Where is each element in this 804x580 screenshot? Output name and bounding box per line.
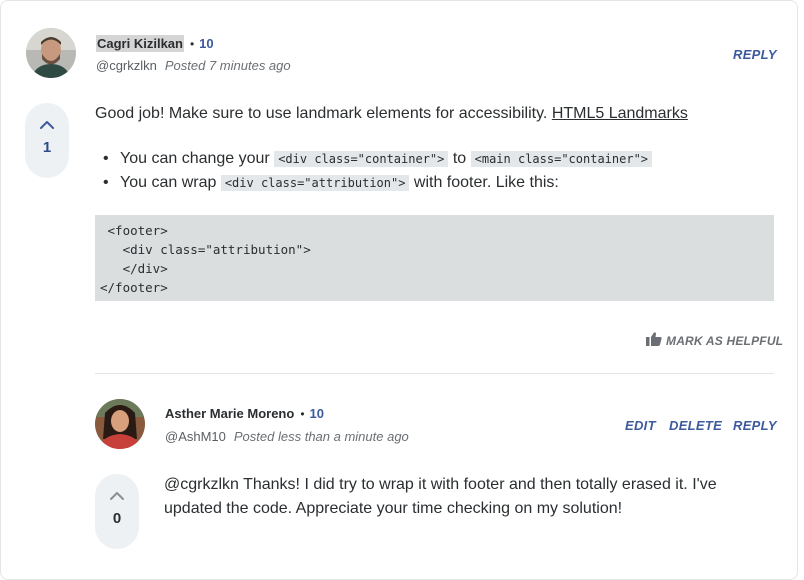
comment-intro: Good job! Make sure to use landmark elem… [95,102,688,126]
avatar-asther[interactable] [95,399,145,449]
separator-dot: • [300,406,305,421]
comment-card: Cagri Kizilkan • 10 @cgrkzlkn Posted 7 mi… [0,0,798,580]
divider [95,373,774,374]
mark-as-helpful-button[interactable]: MARK AS HELPFUL [646,332,783,349]
vote-count: 1 [42,139,52,156]
inline-code: <div class="attribution"> [220,175,410,191]
reputation-score: 10 [309,406,324,421]
reply-button[interactable]: REPLY [733,418,777,433]
author-name[interactable]: Cagri Kizilkan [96,35,184,52]
posted-time: Posted less than a minute ago [233,429,409,444]
upvote-chevron-icon[interactable] [109,488,125,506]
separator-dot: • [189,36,195,51]
delete-button[interactable]: DELETE [669,418,722,433]
intro-text: Good job! Make sure to use landmark elem… [95,105,548,122]
list-item: You can wrap <div class="attribution"> w… [95,171,652,195]
helpful-label: MARK AS HELPFUL [666,333,784,348]
list-item: You can change your <div class="containe… [95,147,653,171]
thumbs-up-icon [646,332,662,349]
edit-button[interactable]: EDIT [625,418,656,433]
reply-button[interactable]: REPLY [733,47,777,62]
vote-widget: 0 [95,474,139,549]
posted-time: Posted 7 minutes ago [164,58,291,73]
html5-landmarks-link[interactable]: HTML5 Landmarks [552,105,688,122]
reply-text: @cgrkzlkn Thanks! I did try to wrap it w… [164,476,717,517]
author-handle[interactable]: @AshM10 [165,429,226,444]
vote-widget: 1 [25,103,69,178]
inline-code: <main class="container"> [470,151,653,167]
inline-code: <div class="container"> [274,151,449,167]
reputation-score: 10 [199,36,214,51]
tips-list: You can change your <div class="containe… [95,147,653,195]
reply-meta: @AshM10 Posted less than a minute ago [165,429,409,444]
author-handle[interactable]: @cgrkzlkn [96,58,157,73]
code-block: <footer> <div class="attribution"> </div… [95,215,774,301]
upvote-chevron-icon[interactable] [39,117,55,135]
comment-meta: @cgrkzlkn Posted 7 minutes ago [96,58,291,73]
author-name[interactable]: Asther Marie Moreno [165,406,294,421]
avatar-cagri[interactable] [26,28,76,78]
vote-count: 0 [112,510,122,527]
